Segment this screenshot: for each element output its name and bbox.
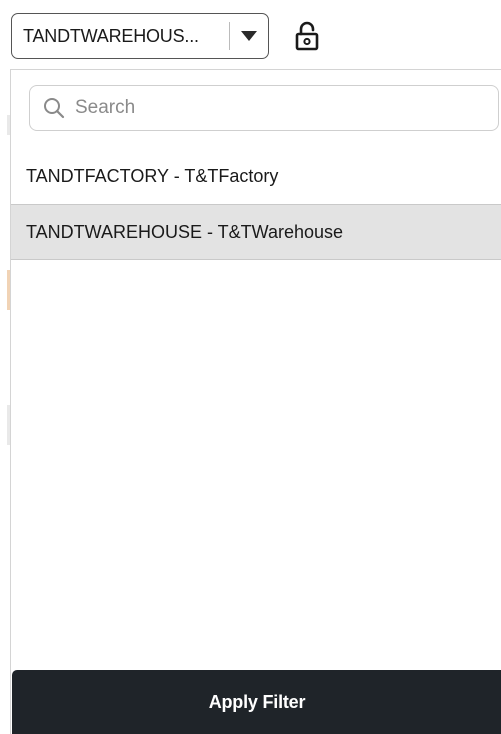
filter-dropdown-panel: TANDTFACTORY - T&TFactory TANDTWAREHOUSE… bbox=[10, 69, 501, 734]
caret-down-icon[interactable] bbox=[230, 14, 268, 58]
option-tandtwarehouse[interactable]: TANDTWAREHOUSE - T&TWarehouse bbox=[11, 204, 501, 260]
option-tandtfactory[interactable]: TANDTFACTORY - T&TFactory bbox=[11, 148, 501, 204]
apply-filter-button[interactable]: Apply Filter bbox=[12, 670, 501, 734]
warehouse-selector[interactable]: TANDTWAREHOUS... bbox=[11, 13, 269, 59]
search-box bbox=[29, 85, 499, 131]
option-label: TANDTFACTORY - T&TFactory bbox=[26, 165, 279, 186]
search-input[interactable] bbox=[73, 96, 477, 120]
option-label: TANDTWAREHOUSE - T&TWarehouse bbox=[26, 221, 344, 242]
unlocked-padlock-icon[interactable] bbox=[294, 21, 320, 51]
background-edge bbox=[0, 0, 10, 734]
filter-page: TANDTWAREHOUS... TANDTFACTORY - T&TFacto… bbox=[0, 0, 501, 734]
selector-value: TANDTWAREHOUS... bbox=[23, 25, 199, 46]
search-icon bbox=[44, 98, 65, 119]
